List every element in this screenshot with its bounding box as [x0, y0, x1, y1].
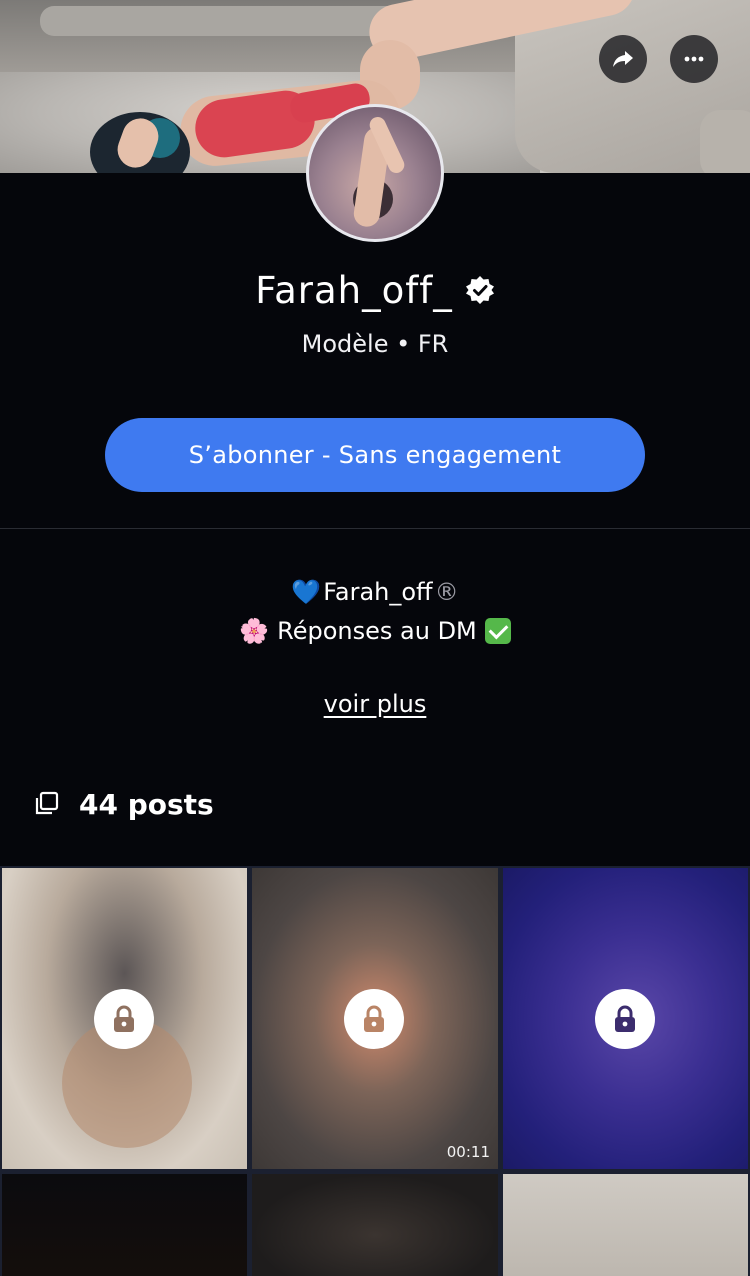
video-duration: 00:11 — [446, 1143, 490, 1161]
avatar[interactable] — [306, 104, 444, 242]
more-dots-icon — [684, 56, 704, 62]
lock-badge — [344, 989, 404, 1049]
post-tile[interactable] — [503, 868, 748, 1169]
lock-badge — [595, 989, 655, 1049]
subscribe-button[interactable]: S’abonner - Sans engagement — [105, 418, 645, 492]
lock-icon — [114, 1005, 134, 1032]
profile-page: Farah_off_ Modèle • FR S’abonner - Sans … — [0, 0, 750, 1276]
bio-line-1: 💙 Farah_off ® — [0, 578, 750, 606]
profile-name-row: Farah_off_ — [0, 264, 750, 316]
post-tile[interactable] — [503, 1174, 748, 1276]
post-tile[interactable] — [252, 1174, 498, 1276]
more-options-button[interactable] — [670, 35, 718, 83]
bio-line-2: 🌸 Réponses au DM — [0, 617, 750, 645]
verified-badge-icon — [465, 276, 494, 304]
bio-name: Farah_off — [323, 578, 433, 606]
share-button[interactable] — [599, 35, 647, 83]
post-tile[interactable] — [2, 868, 247, 1169]
see-more-link[interactable]: voir plus — [0, 690, 750, 718]
posts-count: 44 posts — [79, 787, 214, 821]
post-tile[interactable] — [2, 1174, 247, 1276]
post-tile[interactable]: 00:11 — [252, 868, 498, 1169]
posts-grid: 00:11 — [0, 866, 750, 1276]
check-mark-icon — [484, 618, 511, 644]
lock-icon — [364, 1005, 384, 1032]
posts-header: 44 posts — [33, 784, 214, 824]
registered-mark: ® — [434, 578, 459, 606]
flower-icon: 🌸 — [239, 617, 270, 645]
posts-stack-icon — [35, 791, 59, 815]
lock-badge — [94, 989, 154, 1049]
bio-dm-text: Réponses au DM — [277, 617, 477, 645]
profile-subtitle: Modèle • FR — [301, 330, 449, 358]
lock-icon — [615, 1005, 635, 1032]
section-divider — [0, 528, 750, 529]
share-arrow-icon — [613, 51, 633, 67]
blue-heart-icon: 💙 — [291, 578, 322, 606]
profile-name: Farah_off_ — [255, 268, 453, 312]
